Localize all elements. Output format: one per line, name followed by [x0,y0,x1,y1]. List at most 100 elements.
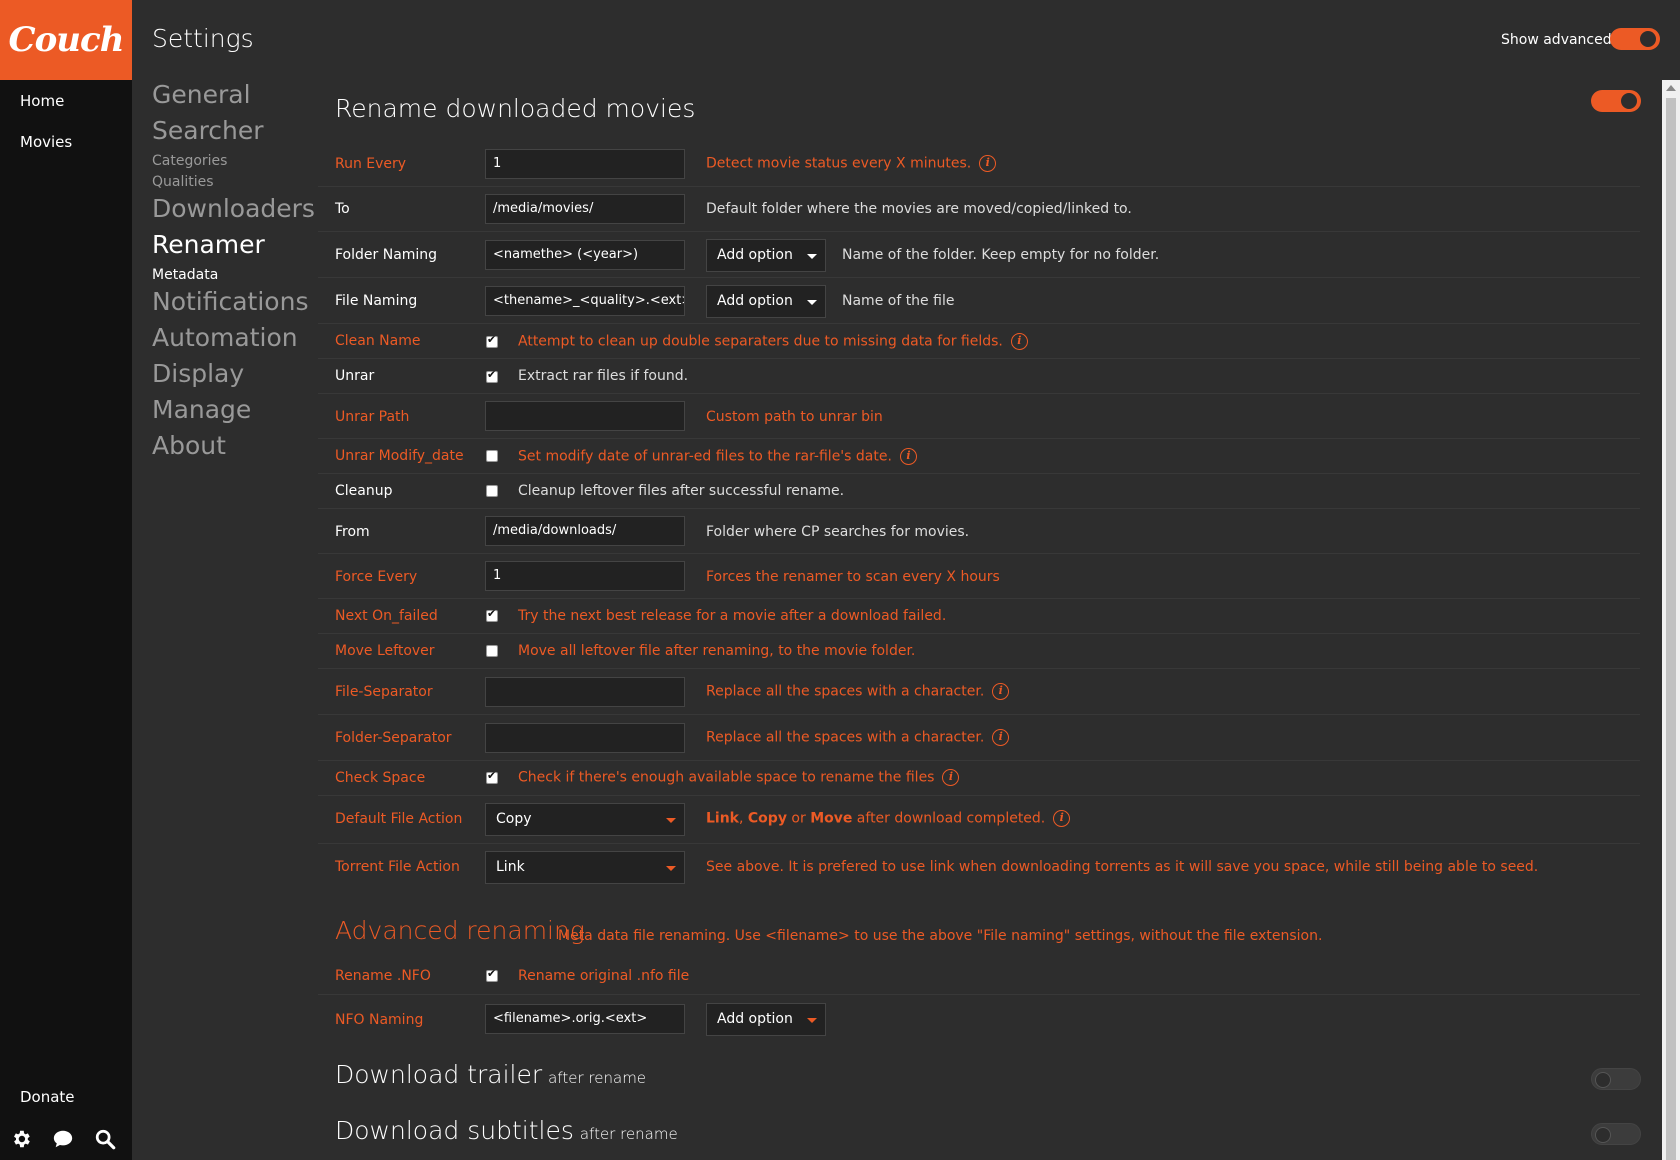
rename-nfo-label: Rename .NFO [335,968,431,984]
from-desc: Folder where CP searches for movies. [706,524,970,540]
check-space-checkbox[interactable]: ✔ [486,769,498,784]
setting-row-unrar-path: Unrar Path Custom path to unrar bin [318,394,1640,439]
unrar-path-label: Unrar Path [335,409,410,425]
torrent-file-action-select[interactable]: Link [485,851,685,884]
to-input[interactable]: /media/movies/ [485,194,685,224]
logo[interactable]: Couch [0,0,132,80]
next-on-failed-checkbox[interactable]: ✔ [486,607,498,622]
caret-down-icon [666,866,676,871]
gear-icon[interactable] [10,1128,32,1150]
info-icon[interactable]: i [992,729,1010,746]
from-input[interactable]: /media/downloads/ [485,516,685,546]
setting-row-file-separator: File-Separator Replace all the spaces wi… [318,669,1640,715]
move-leftover-checkbox[interactable] [486,645,498,657]
nfo-naming-add-option[interactable]: Add option [706,1003,826,1036]
setting-row-rename-nfo: Rename .NFO ✔ Rename original .nfo file [318,958,1640,995]
group-title-text: Download trailer [335,1060,543,1089]
subnav-about[interactable]: About [152,431,226,460]
setting-row-cleanup: Cleanup Cleanup leftover files after suc… [318,474,1640,509]
page-title: Settings [152,24,254,53]
info-icon[interactable]: i [942,769,960,786]
subnav-renamer[interactable]: Renamer [152,230,265,259]
rename-nfo-checkbox[interactable]: ✔ [486,967,498,982]
info-icon[interactable]: i [1010,333,1028,350]
setting-row-run-every: Run Every 1 Detect movie status every X … [318,142,1640,187]
subnav-display[interactable]: Display [152,359,244,388]
unrar-path-input[interactable] [485,401,685,431]
desc-or: or [786,810,811,827]
folder-naming-add-option[interactable]: Add option [706,239,826,272]
group-title-sub: after rename [548,1069,647,1087]
subnav-manage[interactable]: Manage [152,395,251,424]
folder-naming-input[interactable]: <namethe> (<year>) [485,240,685,270]
scroll-up-arrow-icon[interactable] [1666,85,1676,91]
setting-row-folder-naming: Folder Naming <namethe> (<year>) Add opt… [318,232,1640,278]
subnav-automation[interactable]: Automation [152,323,298,352]
subnav-downloaders[interactable]: Downloaders [152,194,315,223]
scrollbar[interactable] [1662,80,1680,1160]
logo-text: Couch [8,20,125,60]
setting-row-torrent-file-action: Torrent File Action Link See above. It i… [318,844,1640,892]
renamer-enable-toggle[interactable] [1591,90,1641,112]
show-advanced-toggle[interactable] [1610,28,1660,50]
unrar-modify-date-desc-text: Set modify date of unrar-ed files to the… [518,448,892,465]
check-space-desc: Check if there's enough available space … [518,769,960,786]
chat-bubble-icon[interactable] [52,1128,74,1150]
setting-row-unrar: Unrar ✔ Extract rar files if found. [318,359,1640,394]
rename-nfo-desc: Rename original .nfo file [518,968,690,984]
info-icon[interactable]: i [992,683,1010,700]
move-leftover-label: Move Leftover [335,643,435,659]
setting-row-file-naming: File Naming <thename>_<quality>.<ext> Ad… [318,278,1640,324]
run-every-desc: Detect movie status every X minutes. i [706,155,997,172]
default-file-action-select[interactable]: Copy [485,803,685,836]
download-trailer-toggle[interactable] [1591,1068,1641,1090]
scrollbar-thumb[interactable] [1666,98,1676,1160]
unrar-modify-date-label: Unrar Modify_date [335,448,464,464]
group-title-sub: after rename [579,1125,678,1143]
move-leftover-desc: Move all leftover file after renaming, t… [518,643,916,659]
force-every-input[interactable]: 1 [485,561,685,591]
desc-move: Move [810,810,853,827]
toggle-knob [1621,93,1637,109]
subnav-qualities[interactable]: Qualities [152,174,214,190]
subnav-categories[interactable]: Categories [152,153,227,169]
default-file-action-label: Default File Action [335,811,463,827]
torrent-file-action-label: Torrent File Action [335,859,460,875]
cleanup-checkbox[interactable] [486,485,498,497]
file-naming-add-option[interactable]: Add option [706,285,826,318]
folder-separator-desc: Replace all the spaces with a character.… [706,729,1010,746]
cleanup-label: Cleanup [335,483,393,499]
info-icon[interactable]: i [979,155,997,172]
donate-link[interactable]: Donate [20,1088,75,1106]
subnav-metadata[interactable]: Metadata [152,267,218,283]
file-naming-desc: Name of the file [842,293,955,309]
next-on-failed-label: Next On_failed [335,608,438,624]
file-naming-input[interactable]: <thename>_<quality>.<ext> [485,286,685,316]
checkmark-icon: ✔ [487,368,497,381]
nav-home[interactable]: Home [20,92,64,110]
advanced-renaming-desc: Meta data file renaming. Use <filename> … [558,928,1323,944]
nav-movies[interactable]: Movies [20,133,72,151]
add-option-label: Add option [717,293,793,309]
checkmark-icon: ✔ [487,967,497,980]
setting-row-default-file-action: Default File Action Copy Link, Copy or M… [318,796,1640,844]
run-every-input[interactable]: 1 [485,149,685,179]
file-separator-input[interactable] [485,677,685,707]
info-icon[interactable]: i [899,448,917,465]
info-icon[interactable]: i [1053,810,1071,827]
unrar-path-desc: Custom path to unrar bin [706,409,883,425]
folder-separator-input[interactable] [485,723,685,753]
nfo-naming-input[interactable]: <filename>.orig.<ext> [485,1004,685,1034]
subnav-notifications[interactable]: Notifications [152,287,308,316]
subnav-searcher[interactable]: Searcher [152,116,264,145]
unrar-modify-date-checkbox[interactable] [486,450,498,462]
download-subtitles-toggle[interactable] [1591,1123,1641,1145]
setting-row-clean-name: Clean Name ✔ Attempt to clean up double … [318,324,1640,359]
setting-row-check-space: Check Space ✔ Check if there's enough av… [318,761,1640,796]
clean-name-checkbox[interactable]: ✔ [486,333,498,348]
search-icon[interactable] [94,1128,116,1150]
unrar-checkbox[interactable]: ✔ [486,368,498,383]
subnav-general[interactable]: General [152,80,251,109]
setting-row-move-leftover: Move Leftover Move all leftover file aft… [318,634,1640,669]
file-separator-desc: Replace all the spaces with a character.… [706,683,1010,700]
